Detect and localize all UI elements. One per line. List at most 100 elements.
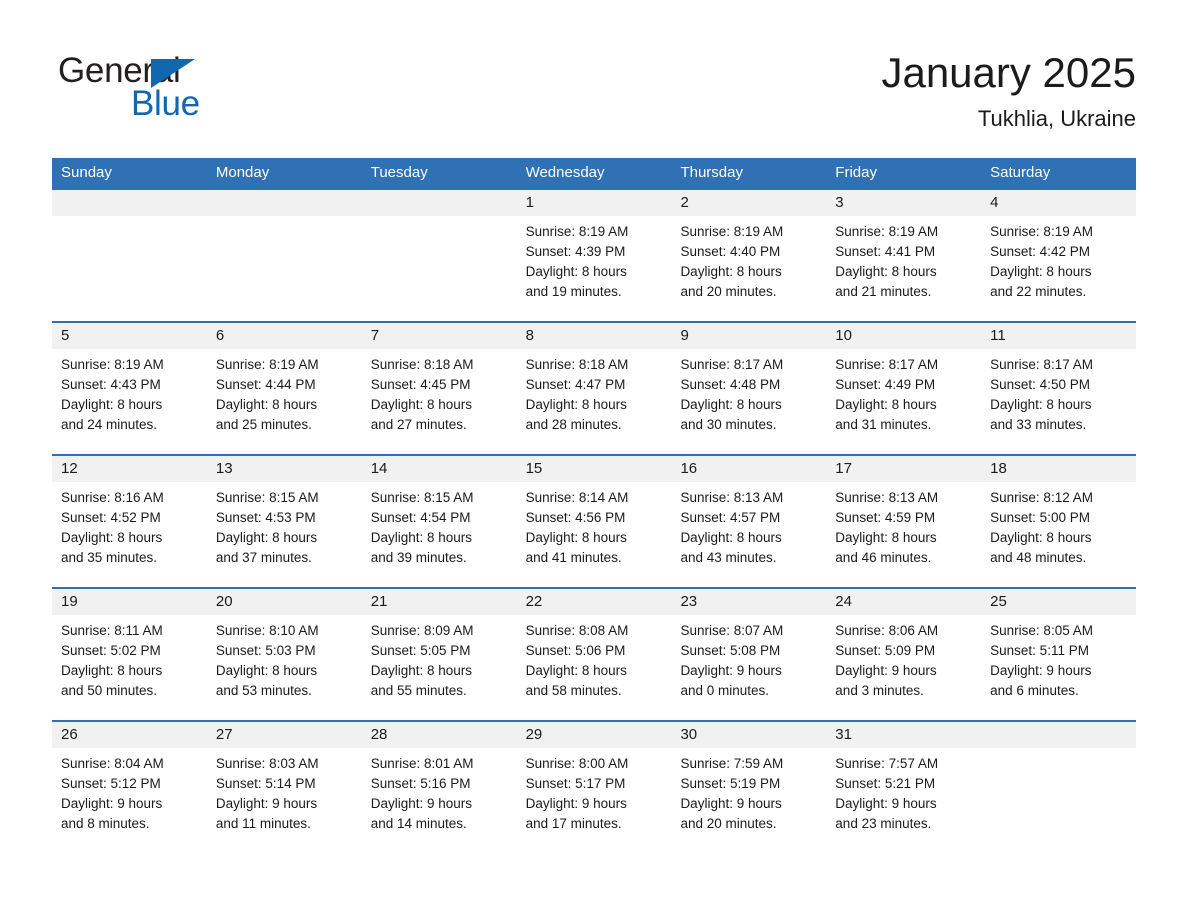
daylight-text-line2: and 20 minutes. xyxy=(680,816,777,831)
day-details: Sunrise: 8:07 AM Sunset: 5:08 PM Dayligh… xyxy=(671,615,826,701)
day-cell[interactable]: 7 Sunrise: 8:18 AM Sunset: 4:45 PM Dayli… xyxy=(361,323,517,454)
daylight-text-line1: Daylight: 9 hours xyxy=(525,796,627,811)
day-cell[interactable]: 19 Sunrise: 8:11 AM Sunset: 5:02 PM Dayl… xyxy=(52,589,207,720)
day-cell[interactable]: 15 Sunrise: 8:14 AM Sunset: 4:56 PM Dayl… xyxy=(516,456,672,587)
day-cell[interactable]: 28 Sunrise: 8:01 AM Sunset: 5:16 PM Dayl… xyxy=(361,722,517,853)
day-details: Sunrise: 8:15 AM Sunset: 4:53 PM Dayligh… xyxy=(207,482,362,568)
sunset-text: Sunset: 5:08 PM xyxy=(680,643,781,658)
daylight-text-line2: and 35 minutes. xyxy=(61,550,158,565)
day-cell[interactable]: 3 Sunrise: 8:19 AM Sunset: 4:41 PM Dayli… xyxy=(826,190,982,321)
daylight-text-line1: Daylight: 8 hours xyxy=(990,397,1092,412)
sunset-text: Sunset: 4:43 PM xyxy=(61,377,161,392)
day-number: 19 xyxy=(52,589,207,615)
daylight-text-line1: Daylight: 8 hours xyxy=(370,663,473,678)
day-cell[interactable]: 25 Sunrise: 8:05 AM Sunset: 5:11 PM Dayl… xyxy=(981,589,1137,720)
day-cell[interactable]: 4 Sunrise: 8:19 AM Sunset: 4:42 PM Dayli… xyxy=(981,190,1137,321)
sunset-text: Sunset: 4:41 PM xyxy=(835,244,936,259)
daylight-text-line1: Daylight: 8 hours xyxy=(525,264,627,279)
day-details: Sunrise: 8:19 AM Sunset: 4:42 PM Dayligh… xyxy=(981,216,1136,302)
day-number: 14 xyxy=(361,456,517,482)
calendar-week-row: 12 Sunrise: 8:16 AM Sunset: 4:52 PM Dayl… xyxy=(52,454,1137,587)
day-cell[interactable] xyxy=(52,190,207,321)
daylight-text-line2: and 48 minutes. xyxy=(990,550,1087,565)
day-details: Sunrise: 8:19 AM Sunset: 4:43 PM Dayligh… xyxy=(52,349,207,435)
sunset-text: Sunset: 5:09 PM xyxy=(835,643,936,658)
daylight-text-line1: Daylight: 8 hours xyxy=(990,264,1092,279)
daylight-text-line2: and 31 minutes. xyxy=(835,417,932,432)
day-details: Sunrise: 8:13 AM Sunset: 4:57 PM Dayligh… xyxy=(671,482,826,568)
day-cell[interactable]: 14 Sunrise: 8:15 AM Sunset: 4:54 PM Dayl… xyxy=(361,456,517,587)
location-subtitle: Tukhlia, Ukraine xyxy=(977,106,1136,131)
sunset-text: Sunset: 5:12 PM xyxy=(61,776,161,791)
sunset-text: Sunset: 5:05 PM xyxy=(370,643,471,658)
daylight-text-line1: Daylight: 8 hours xyxy=(525,663,627,678)
day-cell[interactable]: 16 Sunrise: 8:13 AM Sunset: 4:57 PM Dayl… xyxy=(671,456,827,587)
sunrise-text: Sunrise: 8:15 AM xyxy=(370,490,474,505)
daylight-text-line2: and 20 minutes. xyxy=(680,284,777,299)
day-cell[interactable]: 29 Sunrise: 8:00 AM Sunset: 5:17 PM Dayl… xyxy=(516,722,672,853)
day-cell[interactable]: 11 Sunrise: 8:17 AM Sunset: 4:50 PM Dayl… xyxy=(981,323,1137,454)
day-cell[interactable] xyxy=(981,722,1137,853)
calendar-weekday-header-row: Sunday Monday Tuesday Wednesday Thursday… xyxy=(52,158,1136,188)
day-cell[interactable]: 5 Sunrise: 8:19 AM Sunset: 4:43 PM Dayli… xyxy=(52,323,207,454)
sunrise-text: Sunrise: 8:18 AM xyxy=(370,357,474,372)
day-cell[interactable] xyxy=(206,190,362,321)
day-details: Sunrise: 8:14 AM Sunset: 4:56 PM Dayligh… xyxy=(517,482,672,568)
day-cell[interactable] xyxy=(361,190,517,321)
sunset-text: Sunset: 4:47 PM xyxy=(525,377,626,392)
day-details: Sunrise: 8:18 AM Sunset: 4:45 PM Dayligh… xyxy=(362,349,517,435)
day-cell[interactable]: 20 Sunrise: 8:10 AM Sunset: 5:03 PM Dayl… xyxy=(206,589,362,720)
day-cell[interactable]: 8 Sunrise: 8:18 AM Sunset: 4:47 PM Dayli… xyxy=(516,323,672,454)
day-cell[interactable]: 26 Sunrise: 8:04 AM Sunset: 5:12 PM Dayl… xyxy=(52,722,207,853)
daylight-text-line1: Daylight: 9 hours xyxy=(680,663,782,678)
sunset-text: Sunset: 4:57 PM xyxy=(680,510,781,525)
logo-text-blue: Blue xyxy=(131,84,200,123)
day-cell[interactable]: 21 Sunrise: 8:09 AM Sunset: 5:05 PM Dayl… xyxy=(361,589,517,720)
day-cell[interactable]: 13 Sunrise: 8:15 AM Sunset: 4:53 PM Dayl… xyxy=(206,456,362,587)
day-cell[interactable]: 10 Sunrise: 8:17 AM Sunset: 4:49 PM Dayl… xyxy=(826,323,982,454)
sunset-text: Sunset: 4:50 PM xyxy=(990,377,1090,392)
daylight-text-line1: Daylight: 8 hours xyxy=(990,530,1092,545)
day-cell[interactable]: 23 Sunrise: 8:07 AM Sunset: 5:08 PM Dayl… xyxy=(671,589,827,720)
daylight-text-line1: Daylight: 8 hours xyxy=(680,397,782,412)
general-blue-logo[interactable]: General Blue xyxy=(58,52,318,128)
sunset-text: Sunset: 5:14 PM xyxy=(215,776,316,791)
daylight-text-line1: Daylight: 8 hours xyxy=(835,530,937,545)
daylight-text-line2: and 23 minutes. xyxy=(835,816,932,831)
day-cell[interactable]: 1 Sunrise: 8:19 AM Sunset: 4:39 PM Dayli… xyxy=(516,190,672,321)
day-number: 9 xyxy=(671,323,827,349)
daylight-text-line1: Daylight: 8 hours xyxy=(61,663,163,678)
daylight-text-line1: Daylight: 8 hours xyxy=(61,397,163,412)
calendar-week-row: 26 Sunrise: 8:04 AM Sunset: 5:12 PM Dayl… xyxy=(52,720,1137,853)
day-cell[interactable]: 2 Sunrise: 8:19 AM Sunset: 4:40 PM Dayli… xyxy=(671,190,827,321)
day-cell[interactable]: 27 Sunrise: 8:03 AM Sunset: 5:14 PM Dayl… xyxy=(206,722,362,853)
day-cell[interactable]: 18 Sunrise: 8:12 AM Sunset: 5:00 PM Dayl… xyxy=(981,456,1137,587)
day-cell[interactable]: 24 Sunrise: 8:06 AM Sunset: 5:09 PM Dayl… xyxy=(826,589,982,720)
day-cell[interactable]: 17 Sunrise: 8:13 AM Sunset: 4:59 PM Dayl… xyxy=(826,456,982,587)
sunrise-text: Sunrise: 8:19 AM xyxy=(990,224,1093,239)
sunset-text: Sunset: 4:45 PM xyxy=(370,377,471,392)
day-cell[interactable]: 22 Sunrise: 8:08 AM Sunset: 5:06 PM Dayl… xyxy=(516,589,672,720)
day-details: Sunrise: 8:09 AM Sunset: 5:05 PM Dayligh… xyxy=(362,615,517,701)
sunset-text: Sunset: 4:40 PM xyxy=(680,244,781,259)
sunrise-text: Sunrise: 8:19 AM xyxy=(680,224,784,239)
sunset-text: Sunset: 4:53 PM xyxy=(215,510,316,525)
sunrise-text: Sunrise: 8:17 AM xyxy=(835,357,939,372)
daylight-text-line2: and 11 minutes. xyxy=(215,816,311,831)
sunset-text: Sunset: 5:06 PM xyxy=(525,643,626,658)
weekday-header-saturday: Saturday xyxy=(990,164,1051,181)
daylight-text-line1: Daylight: 9 hours xyxy=(835,663,937,678)
day-cell[interactable]: 12 Sunrise: 8:16 AM Sunset: 4:52 PM Dayl… xyxy=(52,456,207,587)
day-cell[interactable]: 9 Sunrise: 8:17 AM Sunset: 4:48 PM Dayli… xyxy=(671,323,827,454)
daylight-text-line2: and 21 minutes. xyxy=(835,284,932,299)
day-number: 23 xyxy=(671,589,827,615)
day-number: 3 xyxy=(826,190,982,216)
calendar-week-row: 19 Sunrise: 8:11 AM Sunset: 5:02 PM Dayl… xyxy=(52,587,1137,720)
sunrise-text: Sunrise: 8:00 AM xyxy=(525,756,629,771)
day-details: Sunrise: 8:13 AM Sunset: 4:59 PM Dayligh… xyxy=(826,482,981,568)
day-details: Sunrise: 8:16 AM Sunset: 4:52 PM Dayligh… xyxy=(52,482,207,568)
day-cell[interactable]: 30 Sunrise: 7:59 AM Sunset: 5:19 PM Dayl… xyxy=(671,722,827,853)
day-cell[interactable]: 6 Sunrise: 8:19 AM Sunset: 4:44 PM Dayli… xyxy=(206,323,362,454)
sunrise-text: Sunrise: 8:15 AM xyxy=(215,490,319,505)
day-cell[interactable]: 31 Sunrise: 7:57 AM Sunset: 5:21 PM Dayl… xyxy=(826,722,982,853)
